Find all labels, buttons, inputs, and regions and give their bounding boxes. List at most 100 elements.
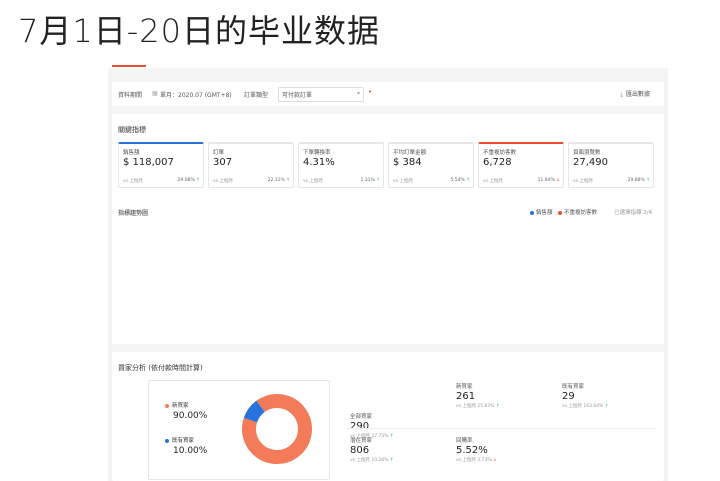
buyer-donut-card: 新買家 90.00% 既有買家 10.00% (148, 380, 330, 480)
stat-value: 290 (350, 421, 370, 432)
donut-slice-new (242, 394, 312, 464)
stat-value: 261 (456, 391, 476, 402)
legend-label: 不重複訪客數 (564, 210, 598, 216)
export-button[interactable]: ⤓ 匯出數據 (620, 89, 650, 99)
stat-label: 既有買家 (562, 384, 585, 390)
metric-card[interactable]: 銷售額 $ 118,007 vs.上個月 29.08% ↑ (118, 142, 204, 188)
trend-arrow-icon: ↑ (286, 178, 290, 183)
order-type-value: 可付款訂單 (282, 92, 313, 99)
metric-card[interactable]: 平均訂單金額 $ 384 vs.上個月 5.54% ↑ (388, 142, 474, 188)
metric-value: 6,728 (483, 157, 512, 168)
metric-change-value: 29.88% (627, 178, 645, 183)
export-label: 匯出數據 (625, 91, 650, 98)
buyer-stat: 回購率 5.52% vs.上個月 3.73% ↓ (456, 436, 497, 463)
metric-cards: 銷售額 $ 118,007 vs.上個月 29.08% ↑ 訂單 307 vs.上個月 22.… (118, 142, 658, 188)
stat-label: 新買家 (456, 384, 473, 390)
legend-dot-icon (165, 403, 169, 408)
donut-legend-existing: 既有買家 (165, 436, 194, 444)
metric-change: 29.08% ↑ (178, 178, 200, 183)
metric-change: 22.31% ↑ (268, 178, 290, 183)
required-dot-icon: • (368, 88, 373, 96)
trend-arrow-icon: ↓ (556, 178, 560, 183)
buyer-stat: 既有買家 29 vs.上個月 163.64% ↑ (562, 382, 609, 409)
trend-arrow-icon: ↑ (466, 178, 470, 183)
metric-change-value: 22.31% (267, 178, 285, 183)
metric-compare: vs.上個月 (303, 179, 323, 184)
stat-compare-row: vs.上個月 163.64% ↑ (562, 403, 609, 409)
metric-label: 不重複訪客數 (483, 150, 517, 156)
page-title: 7月1日-20日的毕业数据 (18, 12, 380, 50)
period-value[interactable]: 單月：2020.07 (GMT+8) (160, 90, 232, 99)
stat-label: 全部買家 (350, 414, 373, 420)
metric-card[interactable]: 訂單 307 vs.上個月 22.31% ↑ (208, 142, 294, 188)
metric-label: 訂單 (213, 150, 225, 156)
legend-dot-icon (558, 210, 562, 215)
metric-change-value: 29.08% (177, 178, 195, 183)
trend-arrow-icon: ↑ (604, 404, 609, 409)
stat-compare-row: vs.上個月 3.73% ↓ (456, 457, 497, 463)
top-nav (108, 52, 668, 68)
metric-card[interactable]: 不重複訪客數 6,728 vs.上個月 11.84% ↓ (478, 142, 564, 188)
metric-change-value: 1.31% (360, 178, 375, 183)
trend-arrow-icon: ↑ (196, 178, 200, 183)
buyer-donut-chart (242, 394, 312, 464)
active-tab-underline (112, 65, 146, 67)
metric-compare: vs.上個月 (483, 179, 503, 184)
metric-change-value: 11.84% (537, 178, 555, 183)
chevron-down-icon: ▾ (356, 90, 360, 97)
stat-value: 5.52% (456, 445, 488, 456)
metric-change: 1.31% ↑ (360, 178, 380, 183)
download-icon: ⤓ (620, 91, 623, 98)
stat-compare: vs.上個月 (562, 404, 582, 409)
legend-label: 銷售額 (536, 210, 553, 216)
trend-arrow-icon: ↑ (390, 458, 394, 463)
metric-change: 29.88% ↑ (628, 178, 650, 183)
donut-pct-new: 90.00% (173, 411, 208, 421)
buyer-analysis-panel: 買家分析 (依付款時間計算) 新買家 90.00% 既有買家 10.00% 全部… (112, 352, 664, 481)
metric-label: 平均訂單金額 (393, 150, 427, 156)
donut-legend-label: 既有買家 (172, 438, 195, 444)
donut-legend-label: 新買家 (172, 403, 189, 409)
buyer-analysis-heading: 買家分析 (依付款時間計算) (118, 364, 203, 372)
dashboard-screenshot: 資料期間 ▦ 單月：2020.07 (GMT+8) 訂單類型 可付款訂單 ▾ •… (108, 52, 668, 481)
buyer-stat: 潛在買家 806 vs.上個月 10.26% ↑ (350, 436, 394, 463)
stat-compare: vs.上個月 (456, 404, 476, 409)
stat-compare-row: vs.上個月 25.83% ↑ (456, 403, 500, 409)
key-metrics-heading: 關鍵指標 (118, 126, 146, 134)
metric-change-value: 5.54% (450, 178, 465, 183)
order-type-select[interactable]: 可付款訂單 ▾ (278, 87, 364, 102)
legend-dot-icon (165, 438, 169, 443)
donut-legend-new: 新買家 (165, 401, 189, 409)
legend-item-sales[interactable]: 銷售額 (530, 208, 553, 216)
metric-label: 頁面瀏覽數 (573, 150, 601, 156)
donut-pct-existing: 10.00% (173, 446, 208, 456)
selected-metric-count: 已選擇指標 2/4 (614, 210, 653, 216)
filter-bar: 資料期間 ▦ 單月：2020.07 (GMT+8) 訂單類型 可付款訂單 ▾ •… (112, 82, 664, 106)
stat-change: 10.26% (371, 458, 389, 463)
legend-dot-icon (530, 210, 534, 215)
stats-divider (346, 428, 656, 429)
metric-value: $ 384 (393, 157, 422, 168)
trend-arrow-icon: ↑ (496, 404, 500, 409)
metric-card[interactable]: 下單轉換率 4.31% vs.上個月 1.31% ↑ (298, 142, 384, 188)
trend-chart-label: 指標趨勢圖 (118, 210, 149, 217)
metric-change: 5.54% ↑ (450, 178, 470, 183)
metric-value: 4.31% (303, 157, 335, 168)
metric-card[interactable]: 頁面瀏覽數 27,490 vs.上個月 29.88% ↑ (568, 142, 654, 188)
stat-change: 25.83% (477, 404, 495, 409)
stat-compare: vs.上個月 (350, 458, 370, 463)
metric-value: $ 118,007 (123, 157, 174, 168)
metric-value: 27,490 (573, 157, 608, 168)
buyer-stat: 全部買家 290 vs.上個月 27.75% ↑ (350, 412, 394, 439)
metric-compare: vs.上個月 (213, 179, 233, 184)
metric-compare: vs.上個月 (123, 179, 143, 184)
stat-change: 163.64% (583, 404, 604, 409)
legend-item-visitors[interactable]: 不重複訪客數 (558, 208, 597, 216)
stat-compare-row: vs.上個月 10.26% ↑ (350, 457, 394, 463)
trend-arrow-icon: ↑ (376, 178, 380, 183)
calendar-icon[interactable]: ▦ (152, 90, 158, 97)
trend-arrow-icon: ↑ (646, 178, 650, 183)
metric-change: 11.84% ↓ (538, 178, 560, 183)
metric-compare: vs.上個月 (573, 179, 593, 184)
metric-label: 下單轉換率 (303, 150, 331, 156)
